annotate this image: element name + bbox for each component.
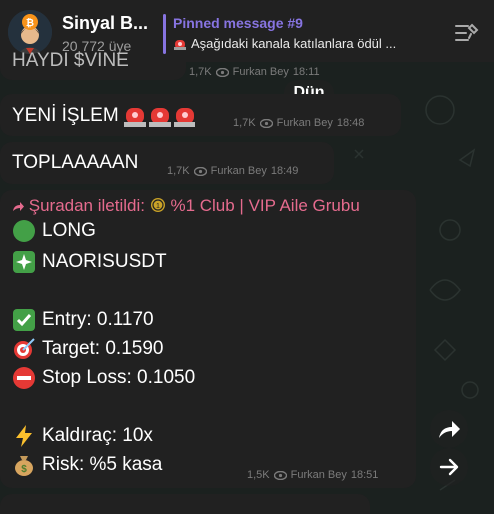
message-text: YENİ İŞLEM: [12, 104, 195, 128]
message-time: 18:49: [270, 165, 299, 177]
author-name: Furkan Bey: [232, 66, 289, 78]
green-circle-icon: [13, 220, 35, 242]
bitcoin-avatar-icon: ₿: [8, 10, 52, 54]
forward-arrow-icon: [13, 202, 24, 211]
check-icon: [13, 309, 35, 331]
pinned-message-title[interactable]: Pinned message #9: [173, 15, 303, 31]
money-bag-icon: $: [15, 456, 33, 476]
author-name: Furkan Bey: [210, 165, 267, 177]
view-count: 1,7K: [167, 165, 190, 177]
forwarded-header[interactable]: Şuradan iletildi: 1 %1 Club | VIP Aile G…: [12, 196, 360, 216]
share-icon: [439, 421, 460, 438]
share-button[interactable]: [430, 410, 468, 448]
eye-icon: [273, 470, 287, 480]
pinned-indicator-bar: [163, 14, 166, 54]
signal-direction: LONG: [12, 219, 96, 243]
message-bubble[interactable]: YENİ İŞLEM 1,7K Furkan Bey 18:48: [0, 94, 401, 136]
author-name: Furkan Bey: [276, 117, 333, 129]
forwarded-label: Şuradan iletildi:: [28, 196, 145, 215]
message-text: HAYDI $VINE: [12, 50, 129, 71]
siren-icon: [123, 108, 195, 127]
pinned-message-preview[interactable]: Aşağıdaki kanala katılanlara ödül ...: [173, 36, 438, 51]
signal-entry: Entry: 0.1170: [12, 308, 154, 332]
signal-pair: NAORISUSDT: [12, 250, 167, 274]
next-message-bubble[interactable]: [0, 494, 370, 514]
message-meta: 1,5K Furkan Bey 18:51: [247, 469, 378, 481]
message-time: 18:51: [350, 469, 379, 481]
svg-text:$: $: [21, 464, 27, 475]
sparkle-icon: [13, 251, 35, 273]
signal-leverage: Kaldıraç: 10x: [12, 424, 153, 448]
eye-icon: [259, 118, 273, 128]
view-count: 1,5K: [247, 469, 270, 481]
club-coin-icon: 1: [150, 198, 165, 212]
channel-title[interactable]: Sinyal B...: [62, 13, 148, 34]
siren-icon: [174, 40, 186, 50]
signal-risk: $ Risk: %5 kasa: [12, 453, 162, 477]
view-count: 1,7K: [189, 66, 212, 78]
message-time: 18:48: [336, 117, 365, 129]
svg-text:₿: ₿: [26, 17, 34, 29]
view-count: 1,7K: [233, 117, 256, 129]
signal-target: Target: 0.1590: [12, 337, 163, 361]
message-bubble[interactable]: TOPLAAAAAN 1,7K Furkan Bey 18:49: [0, 142, 334, 184]
pinned-list-icon[interactable]: [454, 22, 480, 44]
signal-stop-loss: Stop Loss: 0.1050: [12, 366, 195, 390]
target-icon: [14, 338, 35, 359]
message-meta: 1,7K Furkan Bey 18:48: [233, 117, 364, 129]
eye-icon: [215, 67, 229, 77]
message-meta: 1,7K Furkan Bey 18:49: [167, 165, 298, 177]
no-entry-icon: [13, 367, 35, 389]
svg-text:1: 1: [156, 203, 160, 210]
eye-icon: [193, 166, 207, 176]
message-meta: 1,7K Furkan Bey 18:11: [189, 66, 320, 78]
channel-avatar[interactable]: ₿: [8, 10, 52, 54]
message-text: TOPLAAAAAN: [12, 152, 139, 173]
forwarded-source: %1 Club | VIP Aile Grubu: [170, 196, 360, 215]
lightning-icon: [16, 425, 32, 447]
go-to-message-button[interactable]: [430, 448, 468, 486]
message-bubble[interactable]: HAYDI $VINE: [0, 50, 186, 80]
arrow-right-icon: [439, 458, 459, 476]
message-time: 18:11: [292, 66, 320, 78]
author-name: Furkan Bey: [290, 469, 347, 481]
